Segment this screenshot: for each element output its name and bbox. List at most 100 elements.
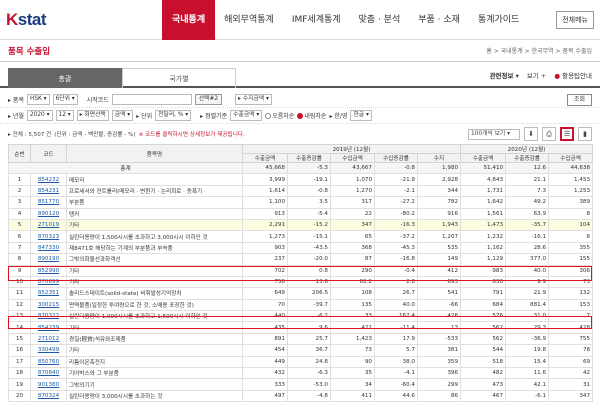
main-nav: 국내통계 해외무역통계 IMF세계통계 맞춤 · 분석 부품 · 소재 통계가이… bbox=[162, 0, 528, 40]
value-cell: -39.7 bbox=[287, 298, 331, 312]
table-row: 15 271012 경질(輕質)석유와조제품 891 25.7 1,423 17.9 -533… bbox=[8, 332, 594, 346]
rows-per-page-select[interactable]: 100개씩 보기 ▾ bbox=[468, 128, 520, 140]
year-select[interactable]: 2020 ▾ bbox=[26, 110, 53, 121]
sort-field-select[interactable]: 금액 ▾ bbox=[111, 110, 134, 121]
chart-view-icon[interactable]: ▮ bbox=[578, 127, 592, 141]
header-code: 코드 bbox=[30, 144, 67, 163]
print-icon[interactable]: ⎙ bbox=[542, 127, 556, 141]
table-row: 1 854232 메모리 3,999 -19.1 1,070 -21.9 2,928 4,843… bbox=[8, 173, 594, 186]
digits-select[interactable]: 6단위 ▾ bbox=[52, 94, 78, 105]
value-cell: 1,100 bbox=[242, 196, 288, 209]
kstat-logo[interactable]: Kstat bbox=[0, 0, 86, 40]
ascending-radio[interactable]: 오름차순 bbox=[265, 111, 294, 120]
display-select[interactable]: ▸ 화면선택 bbox=[76, 110, 109, 121]
language-select[interactable]: 한글 ▾ bbox=[350, 110, 372, 121]
table-row: 7 847330 제8471호 해당하는 기계의 부분품과 부속품 903 -43.5 3… bbox=[8, 241, 594, 255]
rank-cell: 7 bbox=[8, 241, 31, 255]
search-button[interactable]: 조회 bbox=[566, 93, 592, 106]
excel-download-icon[interactable]: ⬇ bbox=[524, 127, 538, 141]
value-cell: 2,291 bbox=[242, 218, 288, 232]
code-link[interactable]: 870324 bbox=[30, 389, 67, 403]
tab-by-country[interactable]: 국가별 bbox=[122, 68, 236, 88]
rank-cell: 5 bbox=[8, 218, 31, 232]
value-cell: 1,642 bbox=[460, 196, 507, 209]
value-cell: 891 bbox=[242, 332, 288, 346]
code-link[interactable]: 271019 bbox=[30, 218, 67, 232]
value-cell: 1,207 bbox=[416, 230, 462, 243]
rank-cell: 20 bbox=[8, 389, 31, 403]
value-cell: 6 bbox=[548, 230, 594, 243]
tab-summary[interactable]: 총괄 bbox=[8, 68, 122, 88]
subheader-cell: 수입증감률 bbox=[374, 153, 418, 163]
value-cell: -19.1 bbox=[287, 173, 331, 186]
list-view-icon[interactable]: ☰ bbox=[560, 127, 574, 141]
code-link[interactable]: 851770 bbox=[30, 196, 67, 209]
month-select[interactable]: 12 ▾ bbox=[55, 110, 74, 121]
value-cell: 4,843 bbox=[460, 173, 507, 186]
nav-parts-materials[interactable]: 부품 · 소재 bbox=[409, 0, 469, 40]
highlight-box-row-8 bbox=[8, 266, 592, 281]
table-row: 12 300215 면역물품(일정한 투여량으로 한 것, 소매용 포장한 것) 70… bbox=[8, 298, 594, 312]
start-code-input[interactable] bbox=[111, 94, 192, 105]
total-cell: 51,410 bbox=[460, 161, 507, 175]
code-link[interactable]: 870840 bbox=[30, 367, 67, 380]
value-cell: 903 bbox=[242, 241, 288, 255]
table-row: 5 271019 기타 2,291 -15.2 347 -16.3 1,943 1,473 -35… bbox=[8, 218, 594, 232]
related-info-link[interactable]: 관련정보 ▾ bbox=[490, 70, 519, 80]
sort-criteria-select[interactable]: 수출금액 ▾ bbox=[230, 110, 263, 121]
code-link[interactable]: 890190 bbox=[30, 253, 67, 266]
total-cell: 12.6 bbox=[505, 161, 550, 175]
table-row: 16 330499 기타 454 36.7 73 5.7 381 544 19.8 78 bbox=[8, 344, 594, 357]
code-link[interactable]: 300215 bbox=[30, 298, 67, 312]
value-cell: 913 bbox=[242, 207, 288, 220]
value-cell: 206.5 bbox=[287, 287, 331, 300]
code-link[interactable]: 854232 bbox=[30, 173, 67, 186]
nav-custom-analysis[interactable]: 맞춤 · 분석 bbox=[350, 0, 410, 40]
unit-select[interactable]: 천달러, % ▾ bbox=[155, 110, 192, 121]
value-cell: 449 bbox=[242, 355, 288, 369]
code-link[interactable]: 847330 bbox=[30, 241, 67, 255]
unit-note: (단위 : 금액 - 백만불, 증감률 - %) bbox=[54, 132, 136, 138]
nav-stats-guide[interactable]: 통계가이드 bbox=[469, 0, 528, 40]
code-link[interactable]: 870323 bbox=[30, 230, 67, 243]
classification-select[interactable]: HSK ▾ bbox=[26, 94, 50, 105]
code-link[interactable]: 854231 bbox=[30, 184, 67, 198]
total-cell: 1,980 bbox=[416, 161, 462, 175]
value-cell: 344 bbox=[416, 184, 462, 198]
value-cell: -0.8 bbox=[287, 184, 331, 198]
code-link[interactable]: 901380 bbox=[30, 378, 67, 391]
value-cell: -36.9 bbox=[505, 332, 550, 346]
code-link[interactable]: 271012 bbox=[30, 332, 67, 346]
view-link[interactable]: 보기 + bbox=[527, 70, 547, 80]
nav-overseas-trade[interactable]: 해외무역통계 bbox=[215, 0, 283, 40]
result-count: ▸ 전체 : 5,507 건 bbox=[8, 132, 52, 138]
value-cell: 755 bbox=[548, 332, 594, 346]
rank-cell: 4 bbox=[8, 207, 31, 220]
value-cell: -4.1 bbox=[374, 367, 418, 380]
table-row: 17 850760 리튬이온축전지 449 24.8 90 38.0 359 518 15.4 69 bbox=[8, 355, 594, 369]
code-link[interactable]: 890120 bbox=[30, 207, 67, 220]
value-cell: 108 bbox=[330, 287, 375, 300]
value-cell: 473 bbox=[460, 378, 507, 391]
code-link[interactable]: 850760 bbox=[30, 355, 67, 369]
value-cell: 541 bbox=[416, 287, 462, 300]
nav-domestic-stats[interactable]: 국내통계 bbox=[162, 0, 216, 40]
subheader-cell: 수지 bbox=[416, 153, 462, 163]
code-select-button[interactable]: 선택#2 bbox=[194, 94, 223, 105]
rank-cell: 11 bbox=[8, 287, 31, 300]
subheader-cell: 수출금액 bbox=[460, 153, 507, 163]
all-menu-button[interactable]: 전체메뉴 bbox=[556, 11, 594, 29]
value-cell: 562 bbox=[460, 332, 507, 346]
value-cell: 42.1 bbox=[505, 378, 550, 391]
unit-label: ▸ 단위 bbox=[136, 113, 153, 120]
item-name-cell: 그밖의화물선과화객선 bbox=[66, 253, 243, 266]
rank-cell: 19 bbox=[8, 378, 31, 391]
amount-select[interactable]: ▸ 수지금액 ▾ bbox=[235, 94, 272, 105]
value-cell: -6.3 bbox=[287, 367, 331, 380]
value-cell: 153 bbox=[548, 298, 594, 312]
nav-imf-stats[interactable]: IMF세계통계 bbox=[283, 0, 350, 40]
code-link[interactable]: 852351 bbox=[30, 287, 67, 300]
code-link[interactable]: 330499 bbox=[30, 344, 67, 357]
tips-link[interactable]: ● 활용팁안내 bbox=[554, 70, 592, 80]
descending-radio[interactable]: 내림차순 bbox=[297, 111, 326, 120]
